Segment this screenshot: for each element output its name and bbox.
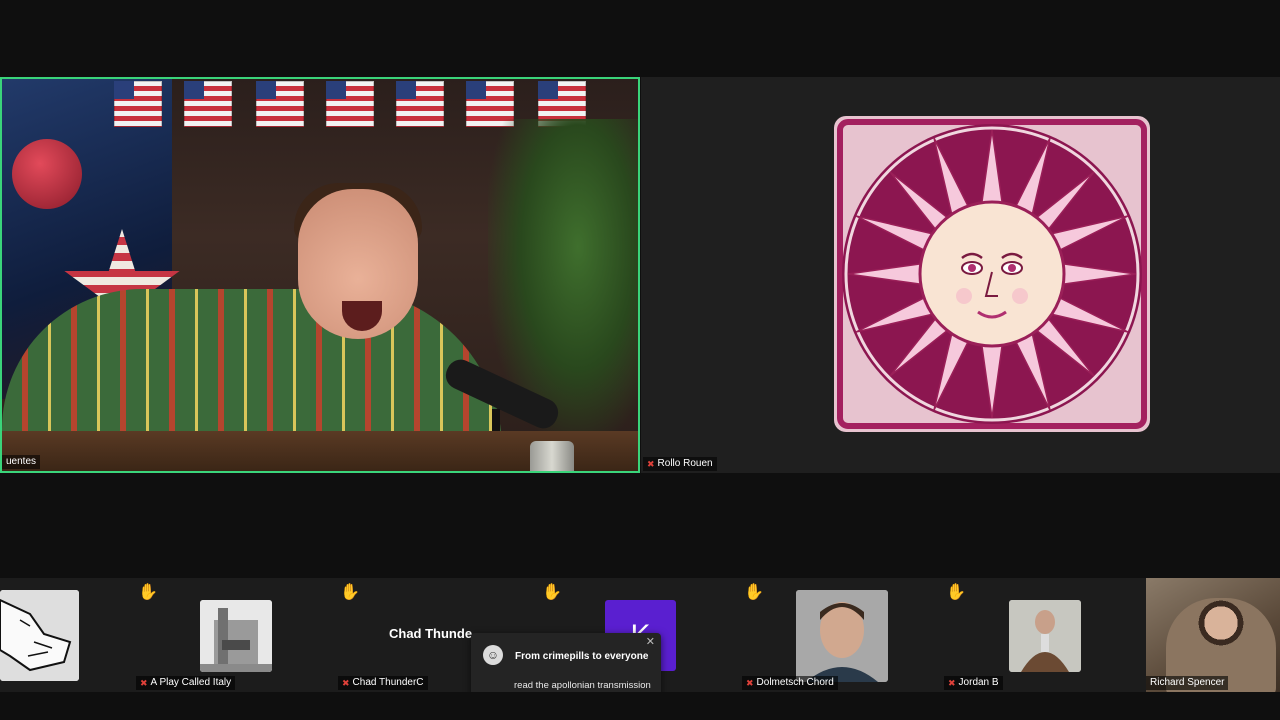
mic-muted-icon: ✖ bbox=[948, 678, 956, 688]
portrait-photo-icon bbox=[1009, 600, 1081, 672]
raised-hand-icon: ✋ bbox=[542, 584, 562, 601]
participant-tile[interactable]: ✋ ✖ Jordan B bbox=[938, 578, 1140, 692]
participant-name-tag: uentes bbox=[2, 455, 41, 469]
bottom-bar bbox=[0, 692, 1280, 720]
participant-name: Dolmetsch Chord bbox=[756, 677, 834, 688]
participant-tile[interactable]: ✋ ✖ Dolmetsch Chord bbox=[736, 578, 938, 692]
participant-thumbnail bbox=[0, 590, 79, 681]
mic-muted-icon: ✖ bbox=[140, 678, 148, 688]
raised-hand-icon: ✋ bbox=[340, 584, 360, 601]
top-bar bbox=[0, 0, 1280, 77]
participant-name-tag: ✖ Chad ThunderC bbox=[338, 676, 428, 690]
participant-thumbnail bbox=[1009, 600, 1081, 672]
flag-decoration bbox=[184, 81, 232, 127]
participant-name: Chad ThunderC bbox=[352, 677, 424, 688]
participant-name: Jordan B bbox=[958, 677, 999, 688]
balloon-decoration bbox=[12, 139, 82, 209]
hand-drawing-icon bbox=[0, 590, 79, 681]
flag-decoration bbox=[326, 81, 374, 127]
mic-muted-icon: ✖ bbox=[746, 678, 754, 688]
participant-name-tag: ✖ Jordan B bbox=[944, 676, 1003, 690]
profile-picture-sun bbox=[834, 116, 1150, 432]
portrait-photo-icon bbox=[796, 590, 888, 682]
participant-thumbnail bbox=[200, 600, 272, 672]
raised-hand-icon: ✋ bbox=[744, 584, 764, 601]
close-icon[interactable]: ✕ bbox=[646, 635, 655, 648]
participant-thumbnail bbox=[796, 590, 888, 682]
raised-hand-icon: ✋ bbox=[138, 584, 158, 601]
participant-name: uentes bbox=[6, 456, 37, 467]
sun-illustration bbox=[834, 116, 1150, 432]
flag-decoration bbox=[396, 81, 444, 127]
mic-muted-icon: ✖ bbox=[647, 459, 655, 469]
building-photo-icon bbox=[200, 600, 272, 672]
drink-can bbox=[530, 441, 574, 471]
video-tile-richard-spencer[interactable]: Richard Spencer bbox=[1146, 578, 1280, 692]
participant-name: Rollo Rouen bbox=[657, 458, 713, 469]
mic-muted-icon: ✖ bbox=[342, 678, 350, 688]
flag-decoration bbox=[114, 81, 162, 127]
raised-hand-icon: ✋ bbox=[946, 584, 966, 601]
participant-name: A Play Called Italy bbox=[150, 677, 232, 688]
video-tile-rollo[interactable]: ✖ Rollo Rouen bbox=[641, 77, 1280, 473]
participant-name-tag: ✖ Dolmetsch Chord bbox=[742, 676, 838, 690]
video-tile-active-speaker[interactable]: AF uentes bbox=[0, 77, 640, 473]
flag-decoration bbox=[256, 81, 304, 127]
participant-tile[interactable]: ✋ ✖ A Play Called Italy bbox=[130, 578, 332, 692]
participant-name-tag: ✖ Rollo Rouen bbox=[643, 457, 717, 471]
participant-display-name: Chad Thunde bbox=[389, 626, 473, 641]
participant-name-tag: ✖ A Play Called Italy bbox=[136, 676, 236, 690]
chat-sender: From crimepills to everyone bbox=[515, 651, 649, 662]
participant-name-tag: Richard Spencer bbox=[1146, 676, 1229, 690]
participant-name: Richard Spencer bbox=[1150, 677, 1225, 688]
chat-user-avatar-icon: ☺ bbox=[483, 645, 503, 665]
